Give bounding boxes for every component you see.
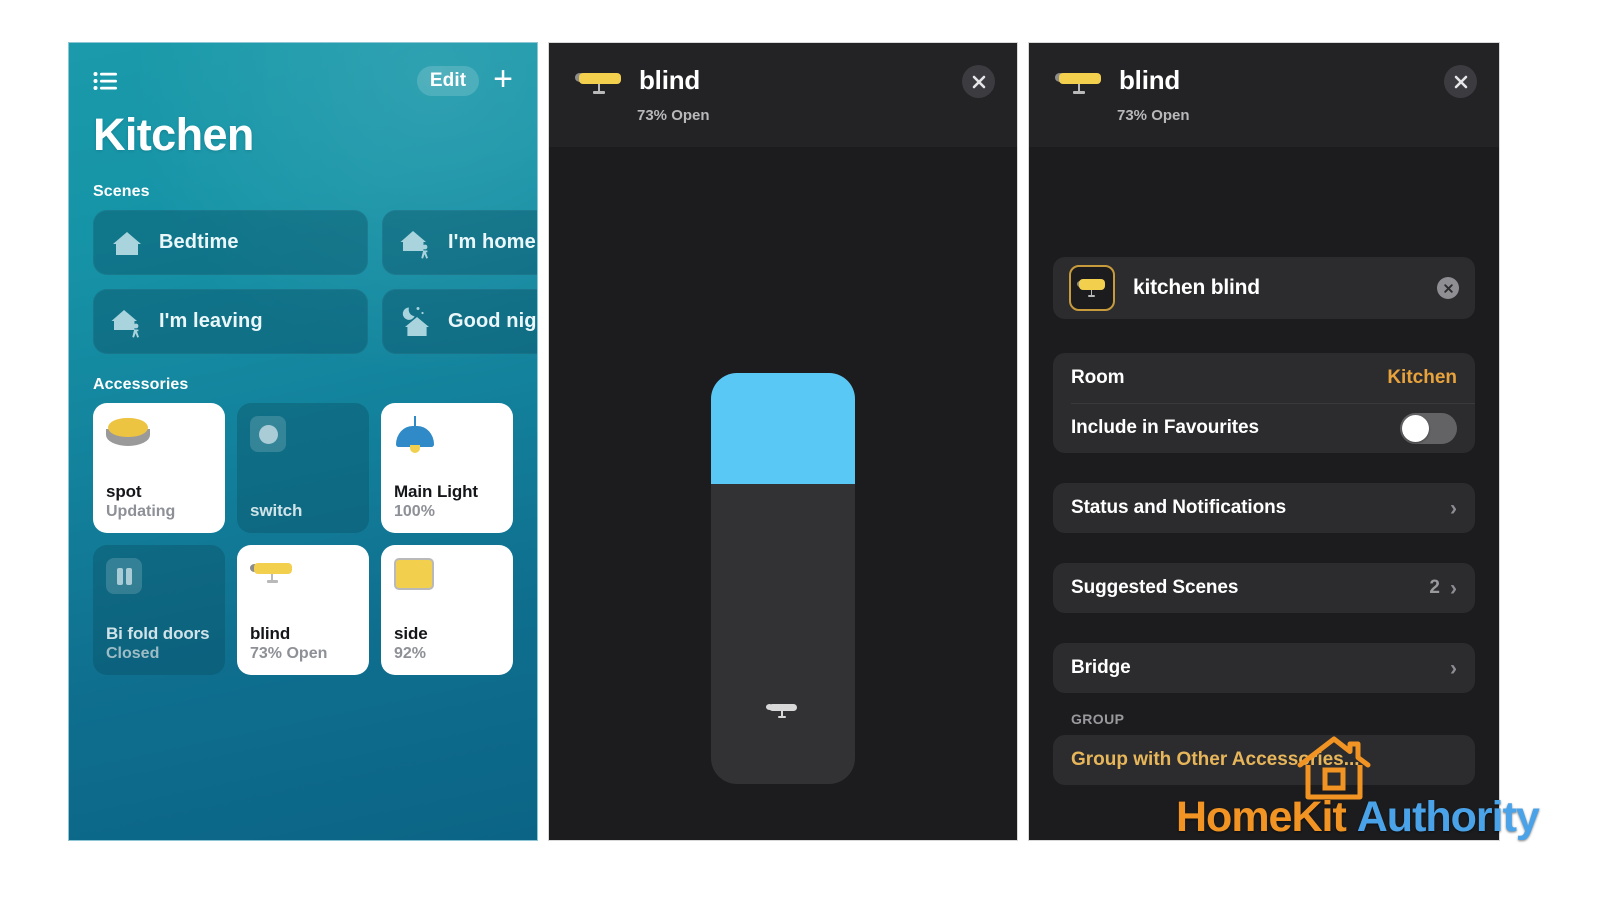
row-label: Suggested Scenes (1071, 577, 1239, 598)
group-card: Group with Other Accessories... (1053, 735, 1475, 785)
accessory-name: switch (250, 500, 303, 520)
accessories-heading: Accessories (93, 376, 189, 393)
home-app-panel: Edit + Kitchen Scenes Bedtime I'm home I… (68, 42, 538, 841)
settings-row-include-in-favourites[interactable]: Include in Favourites (1053, 403, 1475, 453)
accessory-row-kitchen-blind[interactable]: kitchen blind (1053, 257, 1475, 319)
favourites-toggle[interactable] (1400, 412, 1457, 444)
pendant-light-icon (394, 416, 500, 462)
blind-control-panel: blind 73% Open (548, 42, 1018, 841)
scenes-grid: Bedtime I'm home I'm leaving Good nig (93, 210, 537, 354)
control-header: blind 73% Open (549, 43, 1017, 147)
scene-tile-bedtime[interactable]: Bedtime (93, 210, 368, 275)
accessory-name: blind (250, 623, 291, 643)
window-blind-icon (1069, 265, 1115, 311)
chevron-right-icon: › (1450, 656, 1457, 680)
status-notifications-card: Status and Notifications › (1053, 483, 1475, 533)
room-favourites-card: Room Kitchen Include in Favourites (1053, 353, 1475, 453)
accessory-state: 92% (394, 644, 427, 662)
scene-tile-im-leaving[interactable]: I'm leaving (93, 289, 368, 354)
suggested-scenes-card: Suggested Scenes 2 › (1053, 563, 1475, 613)
bifold-doors-icon (106, 558, 212, 604)
spot-light-icon (106, 416, 212, 462)
settings-row-suggested-scenes[interactable]: Suggested Scenes 2 › (1053, 563, 1475, 613)
blind-settings-panel: blind 73% Open kitchen blind Room Kitche… (1028, 42, 1500, 841)
blind-position-slider[interactable] (711, 373, 855, 784)
row-label: Include in Favourites (1071, 417, 1259, 438)
row-label: Status and Notifications (1071, 497, 1287, 518)
remove-accessory-icon[interactable] (1437, 277, 1459, 299)
row-count: 2 (1429, 577, 1440, 598)
settings-header: blind 73% Open (1029, 43, 1499, 147)
blind-icon (766, 700, 800, 722)
accessory-title: blind (1119, 65, 1181, 95)
close-icon[interactable] (962, 65, 995, 98)
chevron-right-icon: › (1450, 576, 1457, 600)
accessory-state: 100% (394, 502, 435, 520)
blind-icon (1055, 67, 1105, 99)
chevron-right-icon: › (1450, 496, 1457, 520)
blind-slider-wrap (549, 373, 1017, 784)
scene-tile-im-home[interactable]: I'm home (382, 210, 537, 275)
scene-tile-good-night[interactable]: Good night (382, 289, 537, 354)
accessory-tile-side[interactable]: side 92% (381, 545, 513, 675)
accessory-tile-switch[interactable]: switch (237, 403, 369, 533)
settings-row-status-and-notifications[interactable]: Status and Notifications › (1053, 483, 1475, 533)
accessory-card: kitchen blind (1053, 257, 1475, 319)
house-walking-icon (109, 304, 145, 340)
settings-row-group-with-other-accessories[interactable]: Group with Other Accessories... (1053, 735, 1475, 785)
row-label: Room (1071, 367, 1125, 388)
scenes-heading: Scenes (93, 183, 150, 200)
blind-slider-fill (711, 373, 855, 484)
accessory-state: Closed (106, 644, 160, 662)
window-blind-icon (394, 558, 500, 604)
accessory-name: side (394, 623, 428, 643)
scene-label: I'm home (448, 231, 536, 253)
accessory-tile-bi-fold-doors[interactable]: Bi fold doors Closed (93, 545, 225, 675)
house-icon (109, 225, 145, 261)
row-label: Group with Other Accessories... (1071, 749, 1360, 770)
accessory-tile-spot[interactable]: spot Updating (93, 403, 225, 533)
row-label: Bridge (1071, 657, 1131, 678)
group-section-heading: GROUP (1071, 711, 1125, 727)
scene-label: Good night (448, 310, 537, 332)
close-icon[interactable] (1444, 65, 1477, 98)
accessory-title: blind (639, 65, 701, 95)
scene-label: Bedtime (159, 231, 239, 253)
accessory-tile-blind[interactable]: blind 73% Open (237, 545, 369, 675)
page-title: Kitchen (93, 109, 254, 160)
accessory-state: Updating (106, 502, 176, 520)
settings-row-bridge[interactable]: Bridge › (1053, 643, 1475, 693)
scene-label: I'm leaving (159, 310, 263, 332)
accessory-name: Bi fold doors (106, 623, 210, 643)
row-value: Kitchen (1387, 367, 1457, 388)
accessory-status: 73% Open (1117, 107, 1190, 124)
blind-icon (250, 558, 356, 604)
accessory-name: spot (106, 481, 142, 501)
settings-background: blind 73% Open kitchen blind Room Kitche… (1029, 43, 1499, 840)
accessory-name: Main Light (394, 481, 478, 501)
accessory-tile-main-light[interactable]: Main Light 100% (381, 403, 513, 533)
moon-house-icon (398, 304, 434, 340)
bridge-card: Bridge › (1053, 643, 1475, 693)
add-accessory-button[interactable]: + (493, 62, 513, 96)
accessory-status: 73% Open (637, 107, 710, 124)
home-toolbar: Edit + (93, 61, 513, 101)
accessory-state: 73% Open (250, 644, 328, 662)
switch-button-icon (250, 416, 356, 462)
list-icon[interactable] (93, 71, 119, 91)
screenshot-stage: Edit + Kitchen Scenes Bedtime I'm home I… (0, 0, 1600, 900)
settings-row-room[interactable]: Room Kitchen (1053, 353, 1475, 403)
accessories-grid: spot Updating switch Main Light 100% Bi … (93, 403, 537, 675)
house-walking-icon (398, 225, 434, 261)
edit-button[interactable]: Edit (416, 66, 480, 96)
accessory-name: kitchen blind (1133, 276, 1260, 299)
blind-icon (575, 67, 625, 99)
